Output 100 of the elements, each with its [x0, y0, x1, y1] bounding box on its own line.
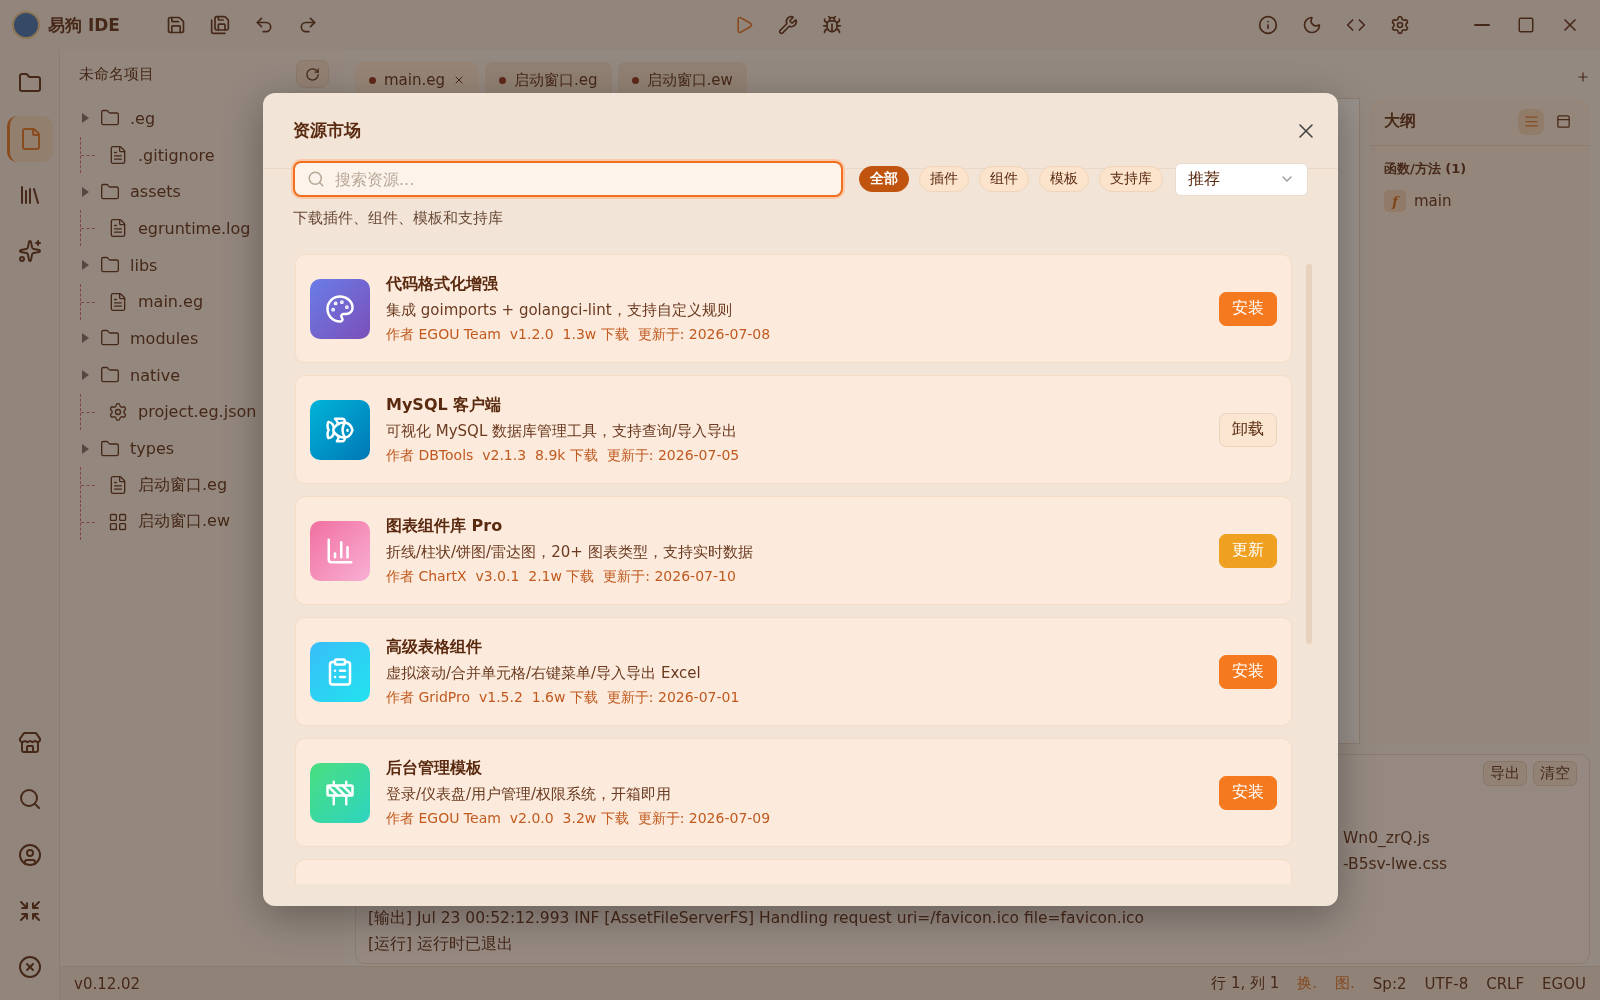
status-item: EGOU [1542, 974, 1586, 993]
status-item: UTF-8 [1424, 974, 1469, 993]
dialog-subtitle: 下载插件、组件、模板和支持库 [292, 208, 504, 228]
settings-icon [1390, 15, 1410, 35]
maximize-icon [1517, 16, 1535, 34]
log-line: [输出] Jul 23 00:52:12.993 INF [AssetFileServerFS] Handling request uri=/favicon.ico file=favicon.ico [368, 908, 1145, 929]
install-button[interactable]: 安装 [1219, 775, 1277, 810]
collapsed-caret-icon[interactable] [80, 370, 90, 381]
gear-icon [108, 401, 128, 422]
tree-label: .gitignore [138, 145, 215, 165]
file-icon [108, 475, 128, 496]
file-icon [108, 291, 128, 312]
version-label: v0.12.02 [74, 974, 141, 993]
grid-icon [108, 511, 128, 532]
sparkles-icon [17, 239, 42, 263]
resource-meta: 作者 GridPro v1.5.2 1.6w 下载 更新于: 2026-07-01 [386, 688, 741, 707]
outline-item[interactable]: main [1414, 192, 1452, 210]
tree-item[interactable]: 启动窗口.ew [76, 503, 329, 541]
tree-connector [80, 137, 98, 174]
list-view-icon [1523, 114, 1539, 129]
tree-item[interactable]: libs [76, 246, 329, 284]
tree-item[interactable]: project.eg.json [76, 393, 329, 431]
close-icon[interactable] [453, 74, 465, 86]
panel-button[interactable]: 清空 [1533, 761, 1577, 786]
resource-name: 图表组件库 Pro [386, 515, 504, 537]
close-circle-icon [17, 955, 42, 979]
file-icon [108, 218, 128, 239]
info-icon [1258, 15, 1278, 35]
function-badge: f [1384, 190, 1406, 212]
install-button[interactable]: 安装 [1219, 654, 1277, 689]
filter-chip[interactable]: 全部 [859, 166, 909, 192]
store-icon [17, 731, 42, 755]
resource-description: 折线/柱状/饼图/雷达图，20+ 图表类型，支持实时数据 [386, 542, 754, 562]
search-icon [17, 787, 42, 811]
folder-icon [100, 181, 120, 202]
resource-description: 虚拟滚动/合并单元格/右键菜单/导入导出 Excel [386, 663, 702, 683]
project-title: 未命名项目 [79, 64, 154, 84]
resource-meta: 作者 ChartX v3.0.1 2.1w 下载 更新于: 2026-07-10 [386, 567, 737, 586]
collapse-icon [17, 899, 42, 923]
tree-item[interactable]: 启动窗口.eg [76, 466, 329, 504]
tree-label: assets [130, 182, 181, 202]
tree-item[interactable]: types [76, 430, 329, 467]
moon-icon [1302, 15, 1322, 35]
resource-name: 后台管理模板 [386, 757, 483, 779]
folder-icon [100, 438, 120, 459]
collapsed-caret-icon[interactable] [80, 333, 90, 344]
play-icon [734, 15, 754, 35]
dot-icon [499, 76, 506, 84]
refresh-button[interactable] [296, 60, 329, 88]
tree-connector [80, 283, 98, 320]
plus-icon [1576, 69, 1590, 84]
resource-meta: 作者 DBTools v2.1.3 8.9k 下载 更新于: 2026-07-05 [386, 446, 741, 465]
tree-label: libs [130, 255, 158, 275]
panel-button[interactable]: 导出 [1483, 761, 1527, 786]
tree-item[interactable]: native [76, 356, 329, 394]
outline-section: 函数/方法 (1) [1370, 146, 1590, 186]
collapsed-caret-icon[interactable] [80, 113, 90, 124]
collapsed-caret-icon[interactable] [80, 186, 90, 197]
filter-chip[interactable]: 组件 [979, 166, 1029, 192]
file-icon [19, 127, 43, 151]
install-button[interactable]: 安装 [1219, 291, 1277, 326]
update-button[interactable]: 更新 [1219, 533, 1277, 568]
refresh-icon [305, 66, 320, 82]
uninstall-button[interactable]: 卸载 [1219, 412, 1277, 447]
resource-meta: 作者 EGOU Team v2.0.0 3.2w 下载 更新于: 2026-07-09 [386, 809, 772, 828]
file-icon [108, 145, 128, 166]
log-line: Wn0_zrQ.js [1343, 828, 1430, 849]
search-field[interactable]: 搜索资源... [293, 161, 843, 197]
search-input[interactable]: 搜索资源... [333, 168, 829, 190]
wrench-icon [778, 15, 798, 35]
undo-icon [253, 15, 274, 35]
status-item: Sp:2 [1372, 974, 1407, 993]
status-item: CRLF [1486, 974, 1525, 993]
logo-icon [12, 11, 40, 39]
save-icon [165, 15, 186, 35]
tree-connector [80, 467, 98, 504]
search-icon [307, 170, 325, 188]
resource-description: 登录/仪表盘/用户管理/权限系统，开箱即用 [386, 784, 673, 804]
collapsed-caret-icon[interactable] [80, 260, 90, 271]
tree-item[interactable]: modules [76, 320, 329, 357]
sort-dropdown[interactable]: 推荐 [1175, 162, 1308, 196]
tree-item[interactable]: main.eg [76, 283, 329, 321]
tree-label: 启动窗口.eg [138, 474, 228, 496]
log-line: -B5sv-lwe.css [1343, 854, 1448, 875]
filter-chip[interactable]: 插件 [919, 166, 969, 192]
log-line: [运行] 运行时已退出 [368, 934, 514, 955]
tree-label: main.eg [138, 292, 204, 312]
bug-icon [822, 15, 842, 35]
resource-name: 高级表格组件 [386, 636, 483, 658]
dialog-title: 资源市场 [293, 119, 361, 142]
tree-connector [80, 393, 98, 430]
collapsed-caret-icon[interactable] [80, 443, 90, 454]
filter-chip[interactable]: 模板 [1039, 166, 1089, 192]
resource-name: 代码格式化增强 [386, 273, 499, 295]
resource-name: MySQL 客户端 [386, 394, 503, 416]
filter-chip[interactable]: 支持库 [1099, 166, 1163, 192]
panel-view-icon [1555, 114, 1571, 129]
resource-meta: 作者 EGOU Team v1.2.0 1.3w 下载 更新于: 2026-07-08 [386, 325, 772, 344]
save-all-icon [209, 15, 230, 35]
app-title: 易狗 IDE [48, 13, 120, 37]
